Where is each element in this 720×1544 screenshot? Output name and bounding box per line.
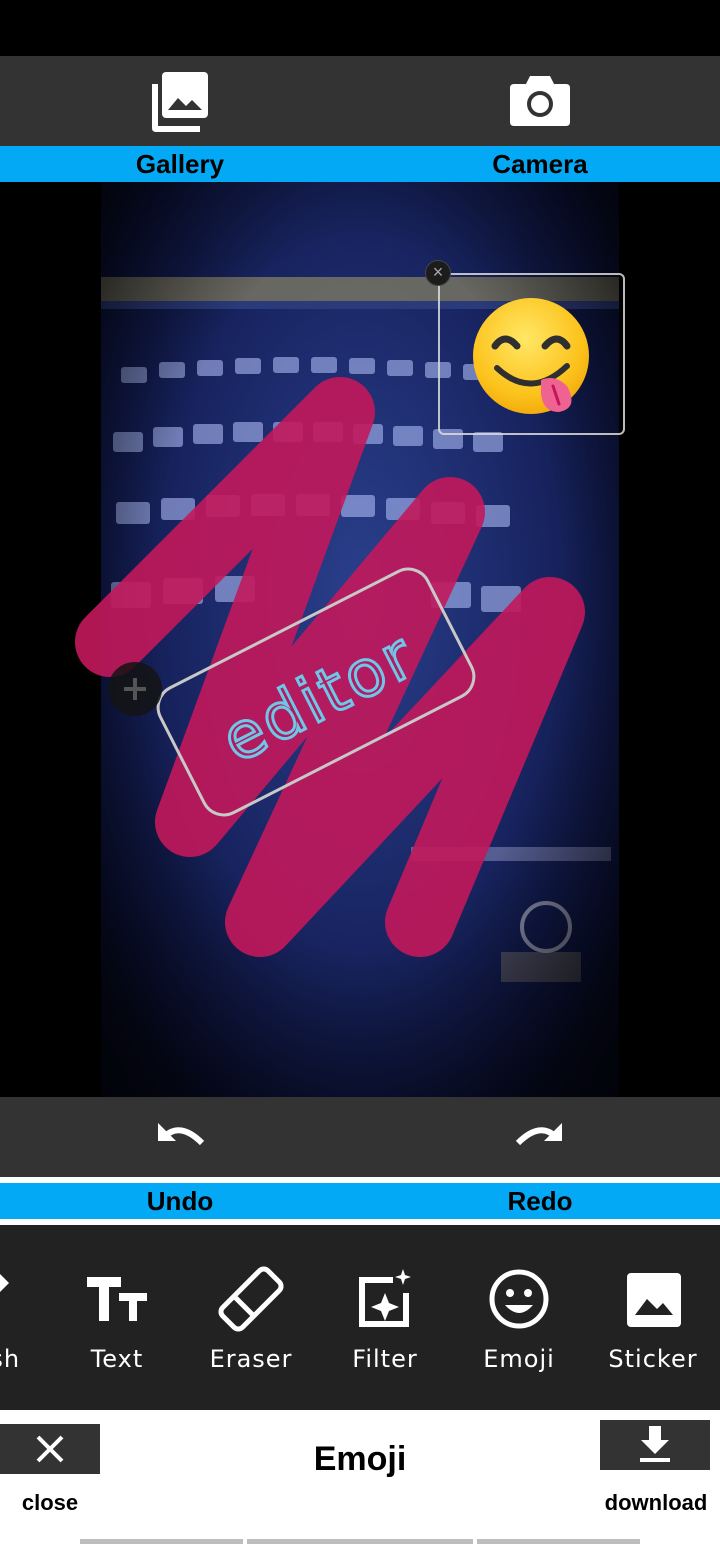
emoji-icon <box>489 1269 549 1329</box>
gallery-label: Gallery <box>135 149 225 179</box>
bottom-panel: close Emoji download <box>0 1410 720 1544</box>
tool-brush[interactable]: Brush <box>0 1225 50 1410</box>
nav-indicator <box>80 1539 243 1544</box>
undo-icon <box>158 1123 205 1146</box>
undo-label: Undo <box>146 1186 214 1216</box>
nav-indicator <box>247 1539 473 1544</box>
eraser-icon <box>218 1266 284 1332</box>
emoji-sticker-yum-icon[interactable] <box>467 294 595 422</box>
emoji-sticker-remove-button[interactable]: × <box>425 260 451 286</box>
photo-library-icon <box>152 72 208 132</box>
tool-sticker-label: Sticker <box>608 1345 698 1373</box>
sticker-icon <box>627 1273 681 1327</box>
tool-text-label: Text <box>90 1345 144 1373</box>
tools-strip[interactable]: Brush Text Eraser Filter <box>0 1225 720 1410</box>
tool-sticker[interactable]: Sticker <box>586 1225 720 1410</box>
text-icon <box>87 1277 147 1321</box>
tool-text[interactable]: Text <box>50 1225 184 1410</box>
brush-icon <box>0 1274 9 1292</box>
download-icon <box>640 1426 670 1462</box>
tool-eraser[interactable]: Eraser <box>184 1225 318 1410</box>
tool-filter[interactable]: Filter <box>318 1225 452 1410</box>
redo-label: Redo <box>507 1186 573 1216</box>
tool-brush-label: Brush <box>0 1345 21 1373</box>
tool-emoji-label: Emoji <box>483 1345 555 1373</box>
nav-indicator <box>477 1539 640 1544</box>
text-sticker-rotate-handle[interactable] <box>108 662 162 716</box>
redo-button[interactable] <box>360 1097 720 1177</box>
undo-button[interactable] <box>0 1097 360 1177</box>
redo-icon <box>515 1123 562 1146</box>
close-label: close <box>21 1490 79 1515</box>
tool-emoji[interactable]: Emoji <box>452 1225 586 1410</box>
editor-canvas[interactable]: editor × <box>0 182 720 1097</box>
close-icon: × <box>432 262 444 282</box>
camera-label: Camera <box>492 149 588 179</box>
history-toolbar <box>0 1097 720 1177</box>
filter-icon <box>359 1269 411 1327</box>
download-button[interactable] <box>600 1420 710 1470</box>
camera-icon <box>510 76 570 126</box>
tool-filter-label: Filter <box>352 1345 418 1373</box>
tool-eraser-label: Eraser <box>209 1345 293 1373</box>
plus-icon <box>124 678 146 700</box>
download-label: download <box>604 1490 708 1515</box>
